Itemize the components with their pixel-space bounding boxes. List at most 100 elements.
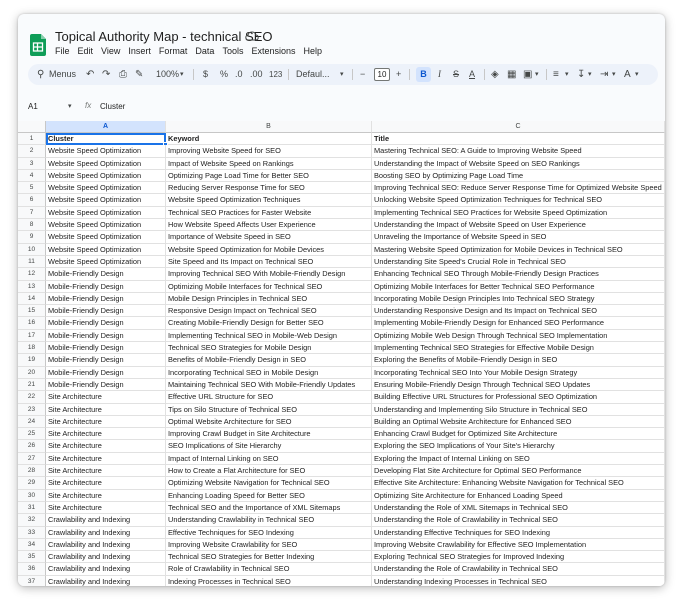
cell-keyword[interactable]: Impact of Website Speed on Rankings [166, 157, 372, 170]
cell-cluster[interactable]: Website Speed Optimization [46, 255, 166, 269]
cell-cluster[interactable]: Mobile-Friendly Design [46, 329, 166, 343]
row-number[interactable]: 9 [18, 231, 46, 244]
borders-icon[interactable]: ▦ [507, 64, 516, 85]
cell-title[interactable]: Understanding the Impact of Website Spee… [372, 219, 665, 232]
column-header-c[interactable]: C [372, 121, 665, 133]
cell-keyword[interactable]: Reducing Server Response Time for SEO [166, 182, 372, 195]
cell-cluster[interactable]: Site Architecture [46, 489, 166, 502]
cell-keyword[interactable]: Technical SEO and the Importance of XML … [166, 501, 372, 515]
cell-title[interactable]: Understanding Effective Techniques for S… [372, 526, 665, 539]
number-format-button[interactable]: 123 [269, 64, 282, 85]
row-number[interactable]: 3 [18, 157, 46, 170]
row-number[interactable]: 16 [18, 317, 46, 330]
menu-data[interactable]: Data [195, 46, 214, 56]
bold-button[interactable]: B [416, 67, 431, 82]
cell-keyword[interactable]: Optimizing Page Load Time for Better SEO [166, 169, 372, 183]
cell-keyword[interactable]: Enhancing Loading Speed for Better SEO [166, 489, 372, 502]
font-select[interactable]: Defaul... [296, 64, 330, 85]
row-number[interactable]: 26 [18, 440, 46, 453]
text-rotation-icon[interactable]: A [624, 64, 631, 85]
cell-title[interactable]: Unlocking Website Speed Optimization Tec… [372, 194, 665, 207]
cell-title[interactable]: Improving Website Crawlability for Effec… [372, 538, 665, 552]
row-number[interactable]: 22 [18, 391, 46, 404]
undo-icon[interactable]: ↶ [86, 64, 94, 85]
cell-cluster[interactable]: Website Speed Optimization [46, 206, 166, 220]
cell-cluster[interactable]: Cluster [46, 133, 166, 146]
row-number[interactable]: 31 [18, 501, 46, 515]
cell-keyword[interactable]: Importance of Website Speed in SEO [166, 231, 372, 244]
cell-title[interactable]: Mastering Technical SEO: A Guide to Impr… [372, 145, 665, 158]
cell-title[interactable]: Title [372, 133, 665, 146]
percent-button[interactable]: % [220, 64, 228, 85]
cell-title[interactable]: Understanding Site Speed's Crucial Role … [372, 255, 665, 269]
row-number[interactable]: 8 [18, 219, 46, 232]
cell-keyword[interactable]: Technical SEO Strategies for Better Inde… [166, 551, 372, 564]
cell-cluster[interactable]: Site Architecture [46, 428, 166, 441]
fill-color-icon[interactable]: ◈ [491, 64, 499, 85]
cell-keyword[interactable]: Improving Technical SEO With Mobile-Frie… [166, 268, 372, 281]
cell-title[interactable]: Incorporating Mobile Design Principles I… [372, 292, 665, 306]
menu-view[interactable]: View [101, 46, 120, 56]
cell-title[interactable]: Implementing Mobile-Friendly Design for … [372, 317, 665, 330]
cell-cluster[interactable]: Site Architecture [46, 465, 166, 478]
wrap-chevron-down-icon[interactable]: ▾ [612, 64, 616, 85]
cell-cluster[interactable]: Mobile-Friendly Design [46, 366, 166, 379]
cell-cluster[interactable]: Website Speed Optimization [46, 145, 166, 158]
paint-format-icon[interactable]: ✎ [135, 64, 143, 85]
cell-cluster[interactable]: Website Speed Optimization [46, 182, 166, 195]
cell-cluster[interactable]: Website Speed Optimization [46, 243, 166, 256]
text-color-button[interactable]: A [469, 64, 475, 85]
vertical-align-icon[interactable]: ↧ [577, 64, 585, 85]
cell-keyword[interactable]: Technical SEO Practices for Faster Websi… [166, 206, 372, 220]
merge-chevron-down-icon[interactable]: ▾ [535, 64, 539, 85]
row-number[interactable]: 19 [18, 354, 46, 367]
cell-keyword[interactable]: Improving Website Speed for SEO [166, 145, 372, 158]
zoom-select[interactable]: 100% [156, 64, 179, 85]
cell-cluster[interactable]: Website Speed Optimization [46, 157, 166, 170]
cell-title[interactable]: Optimizing Site Architecture for Enhance… [372, 489, 665, 502]
row-number[interactable]: 15 [18, 305, 46, 318]
cell-cluster[interactable]: Mobile-Friendly Design [46, 305, 166, 318]
decrease-decimal-button[interactable]: .0 [235, 64, 243, 85]
cell-title[interactable]: Understanding the Role of Crawlability i… [372, 514, 665, 527]
row-number[interactable]: 36 [18, 563, 46, 576]
row-number[interactable]: 33 [18, 526, 46, 539]
row-number[interactable]: 30 [18, 489, 46, 502]
cell-cluster[interactable]: Site Architecture [46, 391, 166, 404]
cell-keyword[interactable]: Technical SEO Strategies for Mobile Desi… [166, 342, 372, 355]
cell-keyword[interactable]: Creating Mobile-Friendly Design for Bett… [166, 317, 372, 330]
row-number[interactable]: 28 [18, 465, 46, 478]
row-number[interactable]: 27 [18, 452, 46, 466]
print-icon[interactable]: ⎙ [119, 64, 127, 85]
cell-title[interactable]: Ensuring Mobile-Friendly Design Through … [372, 378, 665, 392]
cell-title[interactable]: Boosting SEO by Optimizing Page Load Tim… [372, 169, 665, 183]
cell-cluster[interactable]: Crawlability and Indexing [46, 575, 166, 586]
cell-title[interactable]: Exploring Technical SEO Strategies for I… [372, 551, 665, 564]
cell-title[interactable]: Incorporating Technical SEO Into Your Mo… [372, 366, 665, 379]
increase-decimal-button[interactable]: .00 [250, 64, 263, 85]
cell-keyword[interactable]: SEO Implications of Site Hierarchy [166, 440, 372, 453]
cell-title[interactable]: Developing Flat Site Architecture for Op… [372, 465, 665, 478]
cell-title[interactable]: Understanding the Role of Crawlability i… [372, 563, 665, 576]
row-number[interactable]: 12 [18, 268, 46, 281]
row-number[interactable]: 13 [18, 280, 46, 293]
row-number[interactable]: 14 [18, 292, 46, 306]
menus-search-button[interactable]: Menus [49, 64, 76, 85]
row-number[interactable]: 11 [18, 255, 46, 269]
cell-cluster[interactable]: Crawlability and Indexing [46, 514, 166, 527]
cell-keyword[interactable]: Benefits of Mobile-Friendly Design in SE… [166, 354, 372, 367]
cell-cluster[interactable]: Website Speed Optimization [46, 219, 166, 232]
column-header-a[interactable]: A [46, 121, 166, 133]
cell-title[interactable]: Exploring the Benefits of Mobile-Friendl… [372, 354, 665, 367]
cell-title[interactable]: Exploring the SEO Implications of Your S… [372, 440, 665, 453]
cell-cluster[interactable]: Crawlability and Indexing [46, 538, 166, 552]
cell-title[interactable]: Enhancing Crawl Budget for Optimized Sit… [372, 428, 665, 441]
cell-title[interactable]: Understanding and Implementing Silo Stru… [372, 403, 665, 416]
row-number[interactable]: 5 [18, 182, 46, 195]
cell-title[interactable]: Optimizing Mobile Interfaces for Better … [372, 280, 665, 293]
cell-keyword[interactable]: Website Speed Optimization Techniques [166, 194, 372, 207]
cell-cluster[interactable]: Mobile-Friendly Design [46, 354, 166, 367]
menu-format[interactable]: Format [159, 46, 188, 56]
cell-cluster[interactable]: Site Architecture [46, 477, 166, 490]
row-number[interactable]: 18 [18, 342, 46, 355]
